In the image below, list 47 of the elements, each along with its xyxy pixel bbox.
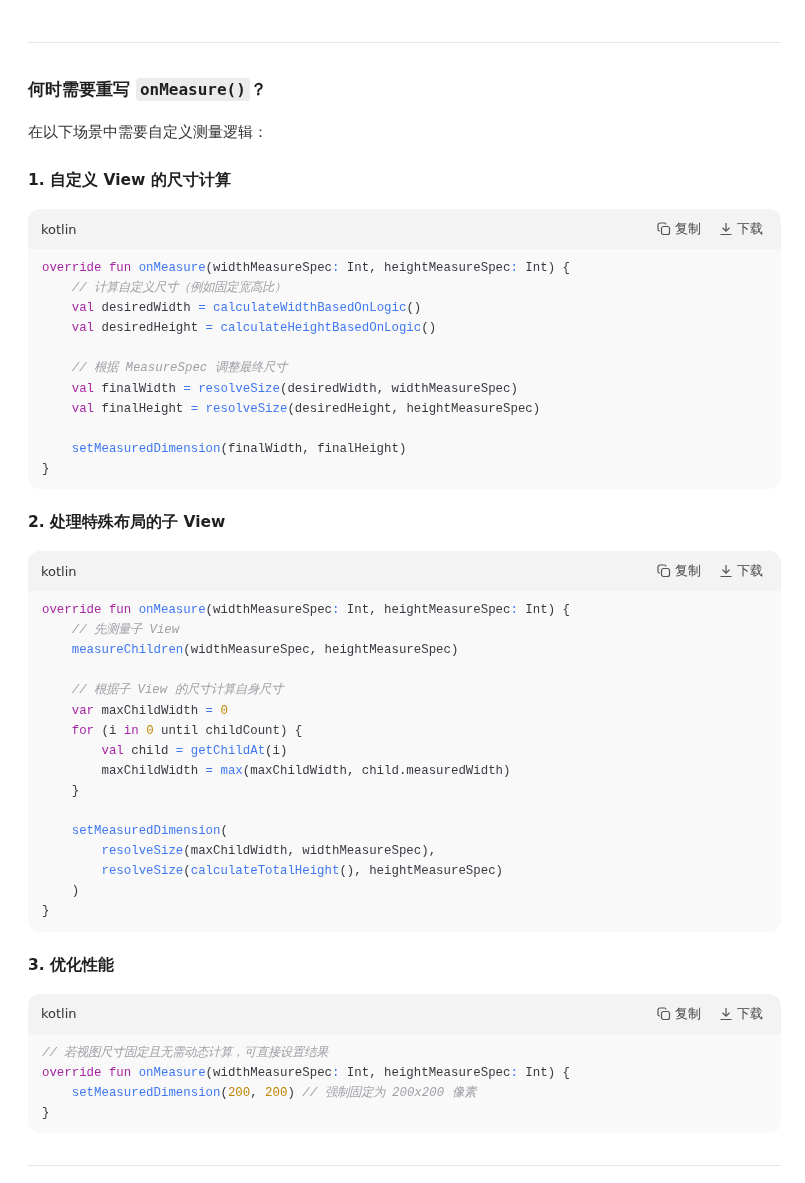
- language-label: kotlin: [41, 1006, 78, 1022]
- code-line: resolveSize(maxChildWidth, widthMeasureSpec),: [100, 843, 438, 861]
- code-line: setMeasuredDimension(200, 200) // 强制固定为 200x200 像素: [70, 1084, 479, 1102]
- code-line: setMeasuredDimension(finalWidth, finalHeight): [70, 440, 408, 458]
- code-line: override fun onMeasure(widthMeasureSpec: Int, heightMeasureSpec: Int) {: [42, 1064, 571, 1082]
- code-line: maxChildWidth = max(maxChildWidth, child.measuredWidth): [100, 762, 512, 780]
- copy-icon: [657, 1006, 671, 1021]
- download-button[interactable]: 下载: [719, 562, 763, 581]
- code-line: }: [42, 460, 51, 478]
- code-line: resolveSize(calculateTotalHeight(), heightMeasureSpec): [100, 863, 505, 881]
- code-line: // 若视图尺寸固定且无需动态计算，可直接设置结果: [42, 1044, 330, 1062]
- copy-icon: [657, 564, 671, 579]
- code-line: for (i in 0 until childCount) {: [70, 722, 304, 740]
- code-line: }: [42, 903, 51, 921]
- subsection-heading: 1. 自定义 View 的尺寸计算: [28, 170, 232, 190]
- code-line: // 先测量子 View: [70, 621, 181, 640]
- code-line: measureChildren(widthMeasureSpec, heightMeasureSpec): [70, 642, 460, 660]
- copy-icon: [657, 222, 671, 236]
- code-line: override fun onMeasure(widthMeasureSpec: Int, heightMeasureSpec: Int) {: [42, 260, 571, 277]
- copy-button[interactable]: 复制: [657, 220, 701, 238]
- language-label: kotlin: [41, 563, 78, 579]
- copy-button[interactable]: 复制: [657, 562, 701, 581]
- download-button[interactable]: 下载: [719, 1004, 763, 1023]
- code-line: setMeasuredDimension(: [70, 823, 229, 841]
- subsection-heading: 2. 处理特殊布局的子 View: [28, 512, 227, 533]
- section-heading: 何时需要重写 onMeasure() ？: [28, 77, 268, 103]
- download-button[interactable]: 下载: [719, 220, 763, 238]
- code-line: // 计算自定义尺寸（例如固定宽高比）: [70, 279, 288, 298]
- subsection-heading: 3. 优化性能: [28, 954, 116, 975]
- code-line: }: [42, 1104, 51, 1122]
- code-line: val desiredWidth = calculateWidthBasedOnLogic(): [70, 300, 423, 318]
- copy-button[interactable]: 复制: [657, 1004, 701, 1023]
- code-line: val child = getChildAt(i): [100, 742, 289, 760]
- download-icon: [719, 564, 733, 579]
- intro-text: 在以下场景中需要自定义测量逻辑：: [28, 122, 269, 143]
- code-line: // 根据 MeasureSpec 调整最终尺寸: [70, 359, 290, 378]
- code-line: val finalHeight = resolveSize(desiredHeight, heightMeasureSpec): [70, 400, 542, 418]
- code-line: ): [70, 883, 81, 901]
- code-line: val finalWidth = resolveSize(desiredWidth, widthMeasureSpec): [70, 380, 519, 398]
- code-line: }: [70, 782, 81, 800]
- code-line: override fun onMeasure(widthMeasureSpec: Int, heightMeasureSpec: Int) {: [42, 602, 571, 620]
- code-line: // 根据子 View 的尺寸计算自身尺寸: [70, 681, 286, 700]
- code-line: val desiredHeight = calculateHeightBasedOnLogic(): [70, 320, 438, 338]
- language-label: kotlin: [41, 221, 78, 237]
- code-line: var maxChildWidth = 0: [70, 702, 229, 720]
- download-icon: [719, 1006, 733, 1021]
- download-icon: [719, 222, 733, 236]
